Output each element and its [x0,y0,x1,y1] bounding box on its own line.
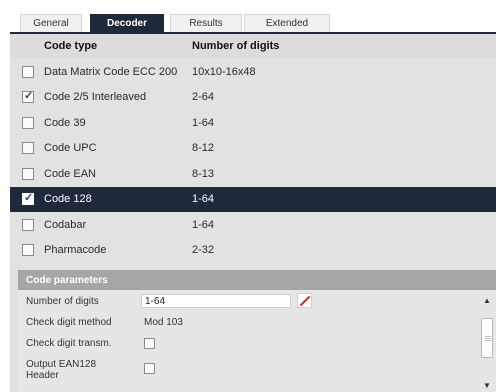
pencil-icon [300,296,310,306]
decoder-panel: Code type Number of digits Data Matrix C… [10,32,496,392]
number-of-digits: 2-64 [192,91,215,103]
row-checkbox[interactable] [22,117,34,129]
param-row-check-digit-method: Check digit method Mod 103 [18,313,478,335]
column-header-number-of-digits: Number of digits [192,40,280,52]
number-of-digits-label: Number of digits [26,296,99,307]
row-checkbox[interactable] [22,89,34,103]
table-row[interactable]: Code 2/5 Interleaved 2-64 [10,85,496,110]
table-header: Code type Number of digits [10,34,496,58]
code-parameters-title: Code parameters [18,270,496,290]
table-row[interactable]: Pharmacode 2-32 [10,238,496,263]
number-of-digits: 1-64 [192,117,215,129]
check-digit-transm-checkbox[interactable] [144,338,155,349]
table-row[interactable]: Data Matrix Code ECC 200 10x10-16x48 [10,60,496,85]
row-checkbox[interactable] [22,244,34,256]
code-type-name: Code UPC [44,142,97,154]
check-digit-transm-label: Check digit transm. [26,338,112,349]
code-type-name: Pharmacode [44,244,107,256]
param-row-check-digit-transm: Check digit transm. [18,334,478,356]
number-of-digits: 8-12 [192,142,215,154]
column-header-code-type: Code type [44,40,98,52]
code-type-name: Code EAN [44,168,96,180]
code-type-name: Code 2/5 Interleaved [44,91,147,103]
row-checkbox[interactable] [22,168,34,180]
output-ean128-label: Output EAN128 Header [26,359,96,381]
table-row[interactable]: Code UPC 8-12 [10,136,496,161]
tab-decoder[interactable]: Decoder [90,14,164,32]
scrollbar-thumb[interactable]: — — — [481,318,493,358]
check-digit-method-label: Check digit method [26,317,112,328]
number-of-digits: 1-64 [192,219,215,231]
param-row-number-of-digits: Number of digits 1-64 [18,292,478,314]
params-scrollbar[interactable]: ▲ — — — ▼ [478,292,496,392]
tab-general[interactable]: General [20,14,82,32]
tab-extended[interactable]: Extended [244,14,330,32]
output-ean128-label-line1: Output EAN128 [26,359,97,370]
output-ean128-label-line2: Header [26,370,59,381]
number-of-digits-input[interactable]: 1-64 [141,294,291,308]
row-checkbox[interactable] [22,66,34,78]
tab-results[interactable]: Results [170,14,242,32]
output-ean128-checkbox[interactable] [144,363,155,374]
grip-icon: — — — [485,334,491,344]
number-of-digits: 2-32 [192,244,215,256]
tab-bar: General Decoder Results Extended [0,0,496,34]
arrow-up-icon[interactable]: ▲ [483,296,491,305]
code-type-name: Data Matrix Code ECC 200 [44,66,178,78]
arrow-down-icon[interactable]: ▼ [483,381,491,390]
code-type-name: Code 39 [44,117,86,129]
table-row[interactable]: Code EAN 8-13 [10,162,496,187]
table-row-selected[interactable]: Code 128 1-64 [10,187,496,212]
code-type-name: Codabar [44,219,87,231]
number-of-digits: 8-13 [192,168,215,180]
number-of-digits: 1-64 [192,193,215,205]
row-checkbox[interactable] [22,142,34,154]
table-row[interactable]: Code 39 1-64 [10,111,496,136]
number-of-digits: 10x10-16x48 [192,66,256,78]
param-row-output-ean128: Output EAN128 Header [18,355,478,391]
edit-button[interactable] [297,293,312,308]
code-parameters-panel: Code parameters Number of digits 1-64 Ch… [18,270,496,392]
row-checkbox[interactable] [22,219,34,231]
code-type-name: Code 128 [44,193,92,205]
check-digit-method-value: Mod 103 [144,317,183,328]
row-checkbox[interactable] [22,191,34,205]
table-row[interactable]: Codabar 1-64 [10,213,496,238]
